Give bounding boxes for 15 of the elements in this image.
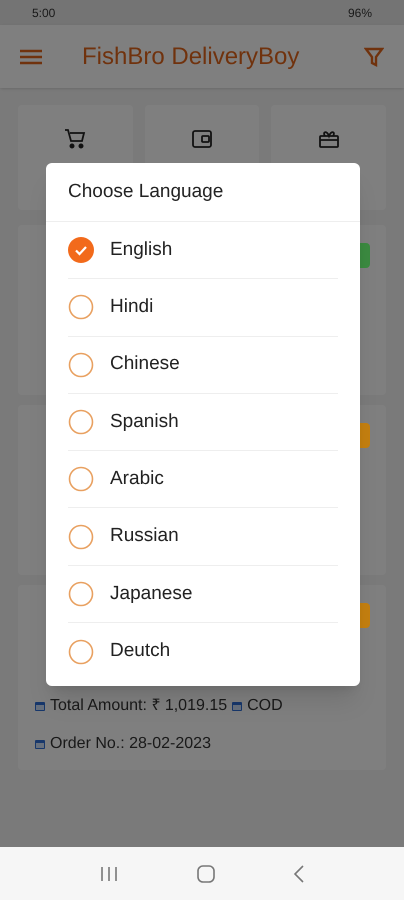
language-label: Japanese bbox=[110, 582, 192, 606]
language-label: Chinese bbox=[110, 352, 180, 376]
language-label: Spanish bbox=[110, 410, 179, 434]
language-label: English bbox=[110, 238, 172, 262]
order-number: Order No.: 28-02-2023 bbox=[50, 734, 211, 754]
payment-method: COD bbox=[247, 696, 283, 716]
battery-level: 96% bbox=[348, 4, 372, 22]
dialog-title: Choose Language bbox=[68, 180, 224, 204]
language-label: Hindi bbox=[110, 295, 154, 320]
total-amount: Total Amount: ₹ 1,019.15 bbox=[50, 696, 228, 716]
status-time: 5:00 bbox=[32, 4, 56, 22]
language-label: Arabic bbox=[110, 467, 164, 492]
app-title: FishBro DeliveryBoy bbox=[82, 42, 300, 72]
language-label: Deutch bbox=[110, 639, 170, 664]
language-label: Russian bbox=[110, 524, 179, 548]
